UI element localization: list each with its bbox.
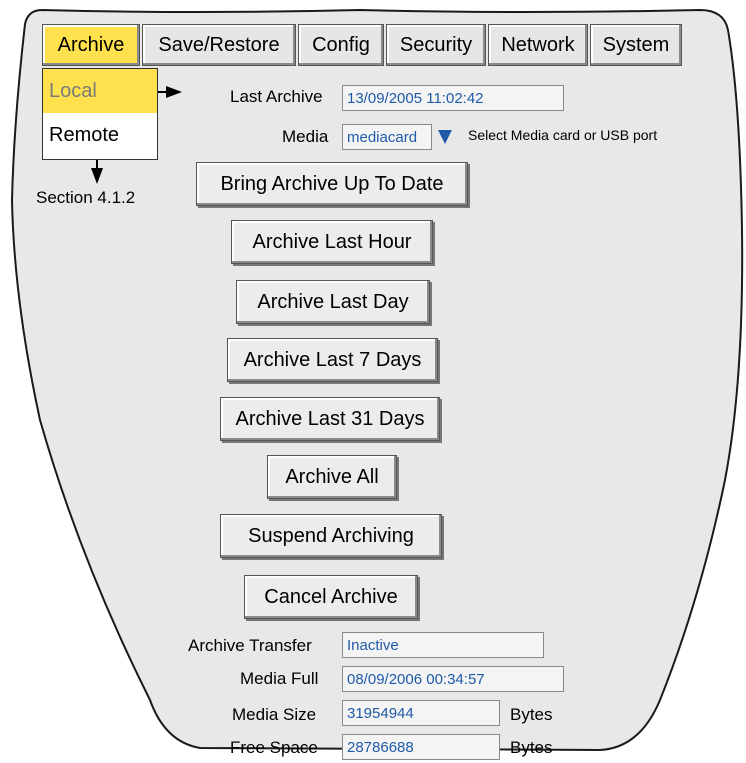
suspend-archiving-button[interactable]: Suspend Archiving xyxy=(220,514,442,558)
media-size-unit: Bytes xyxy=(510,705,553,724)
tab-save-restore[interactable]: Save/Restore xyxy=(142,24,296,66)
tab-security[interactable]: Security xyxy=(386,24,486,66)
media-full-label: Media Full xyxy=(240,669,319,688)
menu-item-local[interactable]: Local xyxy=(43,69,157,113)
bring-archive-up-to-date-button[interactable]: Bring Archive Up To Date xyxy=(196,162,468,206)
media-label: Media xyxy=(282,127,329,146)
archive-all-button[interactable]: Archive All xyxy=(267,455,397,499)
archive-last-31-days-button[interactable]: Archive Last 31 Days xyxy=(220,397,440,441)
media-select[interactable]: mediacard xyxy=(342,124,432,150)
archive-last-7-days-button[interactable]: Archive Last 7 Days xyxy=(227,338,438,382)
chevron-down-icon[interactable] xyxy=(438,130,452,144)
section-note: Section 4.1.2 xyxy=(36,188,136,207)
archive-dropdown-menu: Local Remote xyxy=(42,68,158,160)
archive-last-day-button[interactable]: Archive Last Day xyxy=(236,280,430,324)
media-size-field: 31954944 xyxy=(342,700,500,726)
last-archive-label: Last Archive xyxy=(230,87,323,106)
last-archive-field: 13/09/2005 11:02:42 xyxy=(342,85,564,111)
menu-item-remote[interactable]: Remote xyxy=(43,113,157,157)
archive-transfer-field: Inactive xyxy=(342,632,544,658)
media-size-label: Media Size xyxy=(232,705,317,724)
free-space-label: Free Space xyxy=(230,738,318,757)
archive-transfer-label: Archive Transfer xyxy=(188,636,312,655)
tab-config[interactable]: Config xyxy=(298,24,384,66)
tab-archive[interactable]: Archive xyxy=(42,24,140,66)
tab-network[interactable]: Network xyxy=(488,24,588,66)
free-space-field: 28786688 xyxy=(342,734,500,760)
cancel-archive-button[interactable]: Cancel Archive xyxy=(244,575,418,619)
archive-last-hour-button[interactable]: Archive Last Hour xyxy=(231,220,433,264)
media-hint: Select Media card or USB port xyxy=(468,127,658,143)
free-space-unit: Bytes xyxy=(510,738,553,757)
tab-system[interactable]: System xyxy=(590,24,682,66)
media-full-field: 08/09/2006 00:34:57 xyxy=(342,666,564,692)
